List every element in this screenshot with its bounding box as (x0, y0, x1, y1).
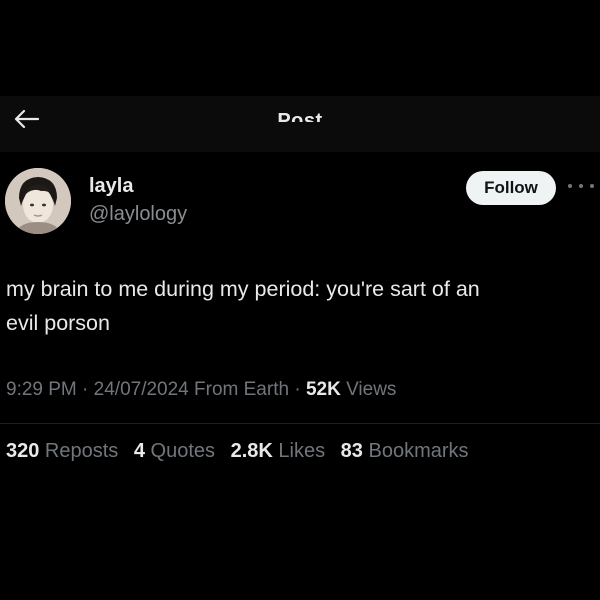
more-horizontal-icon (568, 184, 572, 188)
reposts-label: Reposts (39, 440, 119, 462)
engagement-stats: 320 Reposts 4 Quotes 2.8K Likes 83 Bookm… (6, 440, 596, 463)
meta-separator: · (289, 379, 306, 400)
views-label: Views (340, 379, 397, 400)
more-horizontal-icon (590, 184, 594, 188)
quotes-label: Quotes (145, 440, 216, 462)
tweet-text: my brain to me during my period: you're … (6, 272, 586, 340)
more-options-button[interactable] (568, 178, 594, 194)
post-meta: 9:29 PM · 24/07/2024 From Earth · 52K Vi… (6, 379, 596, 401)
tweet-text-line: evil porson (6, 311, 110, 335)
user-handle[interactable]: @laylology (89, 203, 187, 226)
display-name[interactable]: layla (89, 175, 133, 198)
divider (0, 423, 600, 424)
post-screen: Post layla @laylology Follow my brain to… (0, 0, 600, 600)
bookmarks-stat[interactable]: 83 Bookmarks (341, 440, 469, 462)
likes-stat[interactable]: 2.8K Likes (231, 440, 326, 462)
post-source: From Earth (188, 379, 290, 400)
tweet-text-line: my brain to me during my period: you're … (6, 277, 480, 301)
likes-label: Likes (272, 440, 326, 462)
post-date[interactable]: 24/07/2024 (94, 379, 189, 400)
reposts-count: 320 (6, 440, 40, 462)
bookmarks-count: 83 (340, 440, 363, 462)
follow-button[interactable]: Follow (466, 171, 556, 205)
quotes-stat[interactable]: 4 Quotes (134, 440, 215, 462)
bookmarks-label: Bookmarks (362, 440, 469, 462)
page-title: Post (277, 110, 323, 122)
meta-separator: · (76, 379, 94, 400)
avatar[interactable] (5, 168, 71, 234)
quotes-count: 4 (133, 440, 145, 462)
more-horizontal-icon (579, 184, 583, 188)
views-count: 52K (305, 379, 341, 400)
post-time[interactable]: 9:29 PM (6, 379, 77, 400)
likes-count: 2.8K (230, 440, 273, 462)
reposts-stat[interactable]: 320 Reposts (6, 440, 118, 462)
post-header: Post (0, 96, 600, 152)
